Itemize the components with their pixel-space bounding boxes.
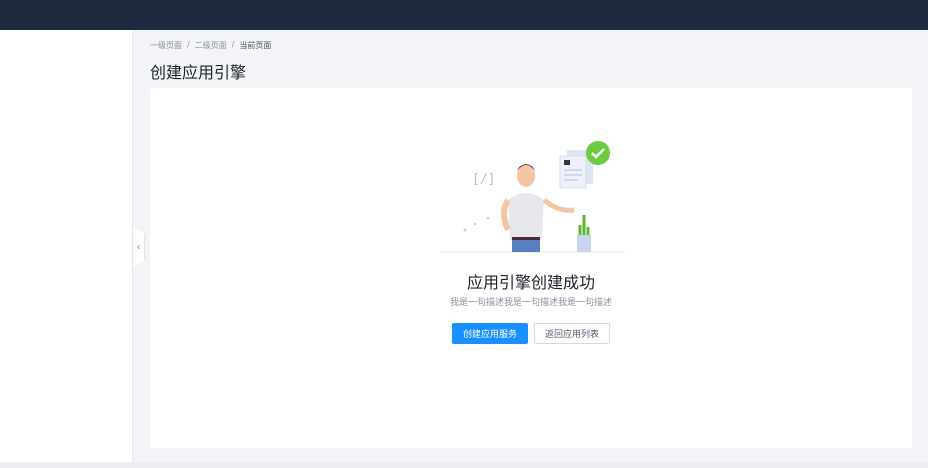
- sidebar-collapse-button[interactable]: ‹: [133, 226, 145, 268]
- breadcrumb: 一级页面 / 二级页面 / 当前页面: [150, 40, 271, 51]
- bottom-bar: [0, 462, 928, 468]
- breadcrumb-separator: /: [187, 40, 190, 49]
- chevron-left-icon: ‹: [136, 241, 141, 253]
- result-description: 我是一句描述我是一句描述我是一句描述: [449, 298, 612, 308]
- top-nav-bar: [0, 0, 928, 30]
- breadcrumb-separator: /: [231, 40, 235, 49]
- result-actions: 创建应用服务 返回应用列表: [150, 323, 912, 344]
- svg-text:[/]: [/]: [472, 172, 495, 187]
- create-app-service-button[interactable]: 创建应用服务: [451, 323, 528, 344]
- result-title: 应用引擎创建成功: [466, 273, 595, 292]
- success-illustration: [/]: [440, 141, 625, 253]
- back-to-app-list-button[interactable]: 返回应用列表: [534, 323, 611, 344]
- sidebar: [0, 30, 133, 462]
- breadcrumb-item[interactable]: 一级页面: [150, 40, 182, 51]
- result-card: [/] 应用引擎创建成功 我是一句描述我是一句描述我是一句描述 创建应用服务 返…: [150, 88, 912, 448]
- breadcrumb-current: 当前页面: [239, 41, 272, 50]
- page-title: 创建应用引擎: [150, 63, 247, 82]
- breadcrumb-item[interactable]: 二级页面: [195, 40, 227, 51]
